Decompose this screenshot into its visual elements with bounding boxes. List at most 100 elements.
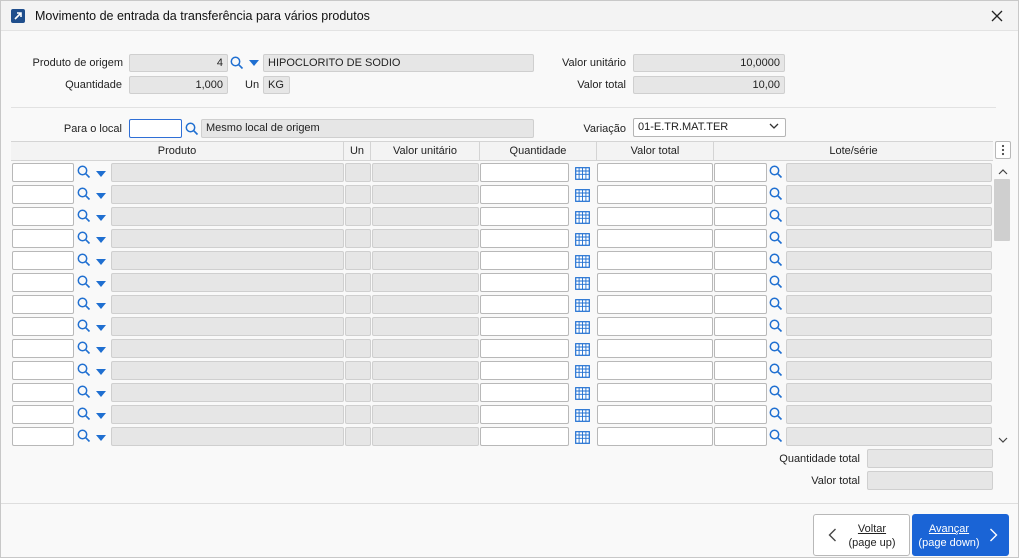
dropdown-arrow-icon[interactable] bbox=[96, 411, 106, 423]
search-icon[interactable] bbox=[769, 407, 783, 424]
lote-code-input[interactable] bbox=[714, 317, 767, 336]
col-quantidade[interactable]: Quantidade bbox=[480, 142, 597, 160]
valor-total-input[interactable] bbox=[597, 273, 713, 292]
col-valor-total[interactable]: Valor total bbox=[597, 142, 714, 160]
search-icon[interactable] bbox=[77, 231, 91, 248]
search-icon[interactable] bbox=[769, 363, 783, 380]
search-icon[interactable] bbox=[77, 429, 91, 446]
dropdown-arrow-icon[interactable] bbox=[96, 301, 106, 313]
valor-total-input[interactable] bbox=[597, 163, 713, 182]
dropdown-arrow-icon[interactable] bbox=[96, 323, 106, 335]
lote-code-input[interactable] bbox=[714, 383, 767, 402]
valor-total-input[interactable] bbox=[597, 295, 713, 314]
valor-total-input[interactable] bbox=[597, 185, 713, 204]
dropdown-arrow-icon[interactable] bbox=[96, 279, 106, 291]
search-icon[interactable] bbox=[769, 429, 783, 446]
valor-total-input[interactable] bbox=[597, 405, 713, 424]
search-icon[interactable] bbox=[77, 165, 91, 182]
lote-code-input[interactable] bbox=[714, 163, 767, 182]
calculator-grid-icon[interactable] bbox=[572, 362, 592, 380]
valor-total-input[interactable] bbox=[597, 427, 713, 446]
dropdown-arrow-icon[interactable] bbox=[96, 235, 106, 247]
dropdown-arrow-icon[interactable] bbox=[96, 257, 106, 269]
grid-options-button[interactable] bbox=[995, 141, 1011, 159]
calculator-grid-icon[interactable] bbox=[572, 164, 592, 182]
search-icon[interactable] bbox=[77, 187, 91, 204]
quantidade-input[interactable] bbox=[480, 361, 569, 380]
back-button[interactable]: Voltar (page up) bbox=[813, 514, 910, 556]
search-icon[interactable] bbox=[769, 319, 783, 336]
calculator-grid-icon[interactable] bbox=[572, 428, 592, 446]
calculator-grid-icon[interactable] bbox=[572, 340, 592, 358]
quantidade-input[interactable] bbox=[480, 339, 569, 358]
search-icon[interactable] bbox=[769, 385, 783, 402]
scroll-down-button[interactable] bbox=[995, 433, 1011, 447]
quantidade-input[interactable] bbox=[480, 427, 569, 446]
dropdown-arrow-icon[interactable] bbox=[249, 60, 259, 67]
search-icon[interactable] bbox=[769, 209, 783, 226]
col-produto[interactable]: Produto bbox=[11, 142, 344, 160]
search-icon[interactable] bbox=[77, 297, 91, 314]
produto-code-input[interactable] bbox=[12, 207, 74, 226]
lote-code-input[interactable] bbox=[714, 361, 767, 380]
search-icon[interactable] bbox=[77, 385, 91, 402]
produto-code-input[interactable] bbox=[12, 273, 74, 292]
produto-code-input[interactable] bbox=[12, 163, 74, 182]
produto-code-input[interactable] bbox=[12, 427, 74, 446]
lote-code-input[interactable] bbox=[714, 427, 767, 446]
quantidade-input[interactable] bbox=[480, 251, 569, 270]
lote-code-input[interactable] bbox=[714, 295, 767, 314]
col-valor-unitario[interactable]: Valor unitário bbox=[371, 142, 480, 160]
produto-code-input[interactable] bbox=[12, 339, 74, 358]
search-icon[interactable] bbox=[77, 275, 91, 292]
valor-total-input[interactable] bbox=[597, 251, 713, 270]
variacao-select[interactable]: 01-E.TR.MAT.TER bbox=[633, 118, 786, 137]
valor-total-input[interactable] bbox=[597, 207, 713, 226]
produto-code-input[interactable] bbox=[12, 383, 74, 402]
lote-code-input[interactable] bbox=[714, 273, 767, 292]
search-icon[interactable] bbox=[769, 165, 783, 182]
close-button[interactable] bbox=[982, 4, 1012, 28]
calculator-grid-icon[interactable] bbox=[572, 318, 592, 336]
quantidade-input[interactable] bbox=[480, 163, 569, 182]
search-icon[interactable] bbox=[769, 297, 783, 314]
produto-code-input[interactable] bbox=[12, 361, 74, 380]
local-input[interactable] bbox=[129, 119, 182, 138]
search-icon[interactable] bbox=[230, 56, 244, 70]
calculator-grid-icon[interactable] bbox=[572, 406, 592, 424]
calculator-grid-icon[interactable] bbox=[572, 230, 592, 248]
quantidade-input[interactable] bbox=[480, 295, 569, 314]
valor-total-input[interactable] bbox=[597, 339, 713, 358]
dropdown-arrow-icon[interactable] bbox=[96, 191, 106, 203]
calculator-grid-icon[interactable] bbox=[572, 186, 592, 204]
valor-total-input[interactable] bbox=[597, 361, 713, 380]
quantidade-input[interactable] bbox=[480, 383, 569, 402]
scrollbar-thumb[interactable] bbox=[994, 179, 1010, 241]
dropdown-arrow-icon[interactable] bbox=[96, 433, 106, 445]
quantidade-input[interactable] bbox=[480, 207, 569, 226]
produto-code-input[interactable] bbox=[12, 229, 74, 248]
dropdown-arrow-icon[interactable] bbox=[96, 345, 106, 357]
valor-total-input[interactable] bbox=[597, 229, 713, 248]
calculator-grid-icon[interactable] bbox=[572, 274, 592, 292]
valor-total-input[interactable] bbox=[597, 383, 713, 402]
calculator-grid-icon[interactable] bbox=[572, 252, 592, 270]
search-icon[interactable] bbox=[77, 341, 91, 358]
lote-code-input[interactable] bbox=[714, 185, 767, 204]
search-icon[interactable] bbox=[769, 231, 783, 248]
quantidade-input[interactable] bbox=[480, 405, 569, 424]
col-un[interactable]: Un bbox=[344, 142, 371, 160]
search-icon[interactable] bbox=[77, 319, 91, 336]
search-icon[interactable] bbox=[77, 363, 91, 380]
search-icon[interactable] bbox=[77, 209, 91, 226]
quantidade-input[interactable] bbox=[480, 229, 569, 248]
dropdown-arrow-icon[interactable] bbox=[96, 169, 106, 181]
col-lote-serie[interactable]: Lote/série bbox=[714, 142, 993, 160]
dropdown-arrow-icon[interactable] bbox=[96, 213, 106, 225]
produto-code-input[interactable] bbox=[12, 185, 74, 204]
search-icon[interactable] bbox=[77, 407, 91, 424]
calculator-grid-icon[interactable] bbox=[572, 208, 592, 226]
search-icon[interactable] bbox=[185, 122, 199, 136]
search-icon[interactable] bbox=[769, 341, 783, 358]
quantidade-input[interactable] bbox=[480, 317, 569, 336]
